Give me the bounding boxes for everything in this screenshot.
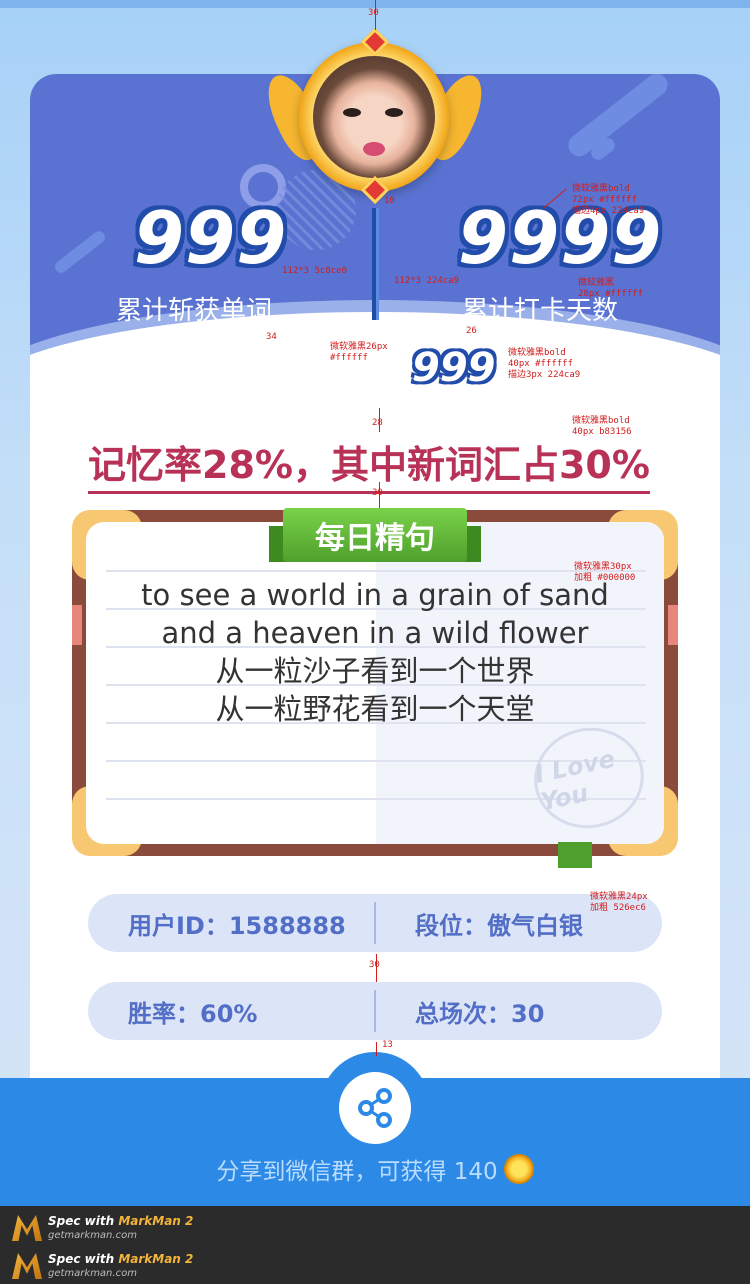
quote-line-2: and a heaven in a wild flower bbox=[161, 616, 589, 650]
spec-number-font: 微软雅黑bold 72px #ffffff 描边4px 224ca9 bbox=[572, 184, 645, 216]
game-info-row: 胜率：60% 总场次：30 bbox=[88, 982, 662, 1040]
spec-gap-34: 34 bbox=[266, 332, 277, 342]
markman-m-icon bbox=[12, 1253, 42, 1279]
user-id: 用户ID：1588888 bbox=[128, 911, 346, 940]
share-reward-text[interactable]: 分享到微信群，可获得 140 bbox=[0, 1152, 750, 1186]
quote-line-1: to see a world in a grain of sand bbox=[141, 578, 609, 612]
markman-logo: Spec with MarkMan 2 getmarkman.com bbox=[12, 1212, 193, 1244]
spec-gap-top: 30 bbox=[368, 8, 379, 18]
markman-logo: Spec with MarkMan 2 getmarkman.com bbox=[12, 1250, 193, 1282]
avatar-photo bbox=[313, 56, 435, 178]
spec-gap-30b: 30 bbox=[369, 960, 380, 970]
total-games: 总场次：30 bbox=[415, 999, 545, 1028]
daily-quote-title: 每日精句 bbox=[283, 508, 467, 562]
quote-line-3: 从一粒沙子看到一个世界 bbox=[215, 654, 535, 688]
win-rate: 胜率：60% bbox=[128, 999, 258, 1028]
spec-line-a: 112*3 5c8ce0 bbox=[282, 266, 348, 276]
spec-today-label-font: 微软雅黑26px #ffffff bbox=[330, 342, 388, 363]
share-button[interactable] bbox=[339, 1072, 411, 1144]
spec-quote-font: 微软雅黑30px 加粗 #000000 bbox=[574, 562, 636, 583]
quote-text: to see a world in a grain of sand and a … bbox=[100, 576, 650, 728]
coin-icon bbox=[503, 1154, 534, 1184]
spec-line-b: 112*3 224ca9 bbox=[394, 276, 460, 286]
spec-info-font: 微软雅黑24px 加粗 526ec6 bbox=[590, 892, 648, 913]
spec-today-number-font: 微软雅黑bold 40px #ffffff 描边3px 224ca9 bbox=[508, 348, 581, 380]
spec-gap-avatar: 10 bbox=[384, 196, 395, 206]
spec-gap-26: 26 bbox=[466, 326, 477, 336]
markman-bar: Spec with MarkMan 2 getmarkman.com Spec w… bbox=[0, 1206, 750, 1284]
spec-gap-28: 28 bbox=[372, 418, 383, 428]
today-words-number: 999 bbox=[412, 345, 496, 391]
total-words-label: 累计斩获单词 bbox=[116, 296, 273, 326]
memory-rate-text: 记忆率28%，其中新词汇占30% bbox=[88, 434, 650, 494]
avatar[interactable] bbox=[257, 27, 493, 205]
bookmark-ribbon bbox=[558, 842, 592, 868]
user-info-row: 用户ID：1588888 段位：傲气白银 bbox=[88, 894, 662, 952]
spec-memory-font: 微软雅黑bold 40px b83156 bbox=[572, 416, 632, 437]
markman-m-icon bbox=[12, 1215, 42, 1241]
quote-line-4: 从一粒野花看到一个天堂 bbox=[215, 692, 535, 726]
share-icon bbox=[358, 1088, 392, 1128]
spec-label-font: 微软雅黑 28px #ffffff bbox=[578, 278, 644, 299]
total-words-number: 999 bbox=[134, 196, 288, 280]
spec-gap-30a: 30 bbox=[372, 488, 383, 498]
spec-gap-13: 13 bbox=[382, 1040, 393, 1050]
daily-quote-banner: 每日精句 bbox=[269, 508, 481, 566]
